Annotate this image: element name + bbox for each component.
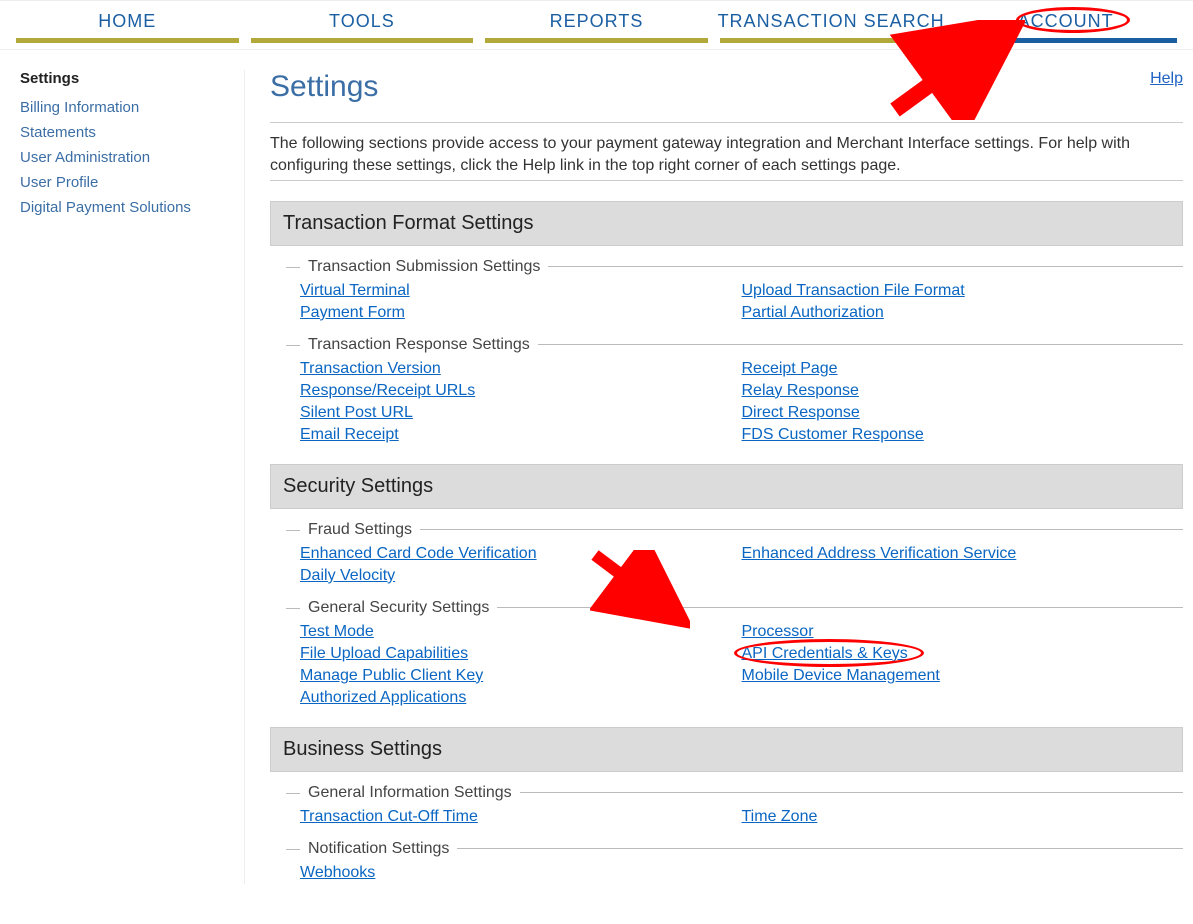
link-columns: Transaction VersionResponse/Receipt URLs… [270,358,1183,446]
link-columns: Transaction Cut-Off Time Time Zone [270,806,1183,828]
group-title: Transaction Submission Settings [270,258,1183,276]
link-col-left: Virtual TerminalPayment Form [300,280,742,324]
group-title: Transaction Response Settings [270,336,1183,354]
group-title-line [457,848,1183,849]
group-title-line [497,607,1183,608]
nav-home[interactable]: HOME [10,1,245,49]
sidebar-item-2[interactable]: User Administration [20,145,224,170]
setting-link[interactable]: Response/Receipt URLs [300,380,475,402]
link-col-left: Webhooks [300,862,742,884]
nav-label: HOME [98,11,156,31]
group-title: Fraud Settings [270,521,1183,539]
setting-link[interactable]: Time Zone [742,806,818,828]
link-col-left: Test ModeFile Upload CapabilitiesManage … [300,621,742,709]
page-title: Settings [270,70,378,104]
page-intro-text: The following sections provide access to… [270,122,1183,181]
setting-link[interactable]: Test Mode [300,621,374,643]
nav-reports[interactable]: REPORTS [479,1,714,49]
setting-link[interactable]: FDS Customer Response [742,424,924,446]
nav-transaction-search[interactable]: TRANSACTION SEARCH [714,1,949,49]
setting-link[interactable]: Silent Post URL [300,402,413,424]
sidebar: Settings Billing InformationStatementsUs… [20,70,245,884]
nav-underline [485,38,708,43]
setting-link[interactable]: Receipt Page [742,358,838,380]
nav-account[interactable]: ACCOUNT [948,1,1183,49]
setting-link[interactable]: Direct Response [742,402,860,424]
link-columns: Virtual TerminalPayment FormUpload Trans… [270,280,1183,324]
group-title-text: Fraud Settings [308,521,412,539]
nav-label: ACCOUNT [1018,11,1114,31]
group-title-line [548,266,1183,267]
setting-link[interactable]: Authorized Applications [300,687,466,709]
setting-link[interactable]: Relay Response [742,380,859,402]
link-col-right: Time Zone [742,806,1184,828]
sidebar-item-4[interactable]: Digital Payment Solutions [20,195,224,220]
sidebar-item-0[interactable]: Billing Information [20,95,224,120]
nav-underline [720,38,943,43]
group-title-text: Transaction Response Settings [308,336,530,354]
setting-link[interactable]: API Credentials & Keys [742,643,908,665]
link-col-left: Enhanced Card Code VerificationDaily Vel… [300,543,742,587]
link-col-left: Transaction VersionResponse/Receipt URLs… [300,358,742,446]
sidebar-item-1[interactable]: Statements [20,120,224,145]
link-col-right: Receipt PageRelay ResponseDirect Respons… [742,358,1184,446]
group-title-text: General Security Settings [308,599,489,617]
link-col-right [742,862,1184,884]
link-col-left: Transaction Cut-Off Time [300,806,742,828]
link-col-right: Enhanced Address Verification Service [742,543,1184,587]
setting-link[interactable]: Upload Transaction File Format [742,280,965,302]
setting-link[interactable]: Transaction Version [300,358,441,380]
setting-link[interactable]: Processor [742,621,814,643]
setting-link[interactable]: Email Receipt [300,424,399,446]
group-title: General Security Settings [270,599,1183,617]
link-col-right: Upload Transaction File FormatPartial Au… [742,280,1184,324]
top-nav: HOME TOOLS REPORTS TRANSACTION SEARCH ACCOUN… [0,0,1193,50]
setting-link[interactable]: Virtual Terminal [300,280,410,302]
nav-underline [16,38,239,43]
nav-label: TRANSACTION SEARCH [718,11,945,31]
sidebar-title: Settings [20,70,224,87]
group-title-line [538,344,1183,345]
sidebar-item-3[interactable]: User Profile [20,170,224,195]
main-content: Settings Help The following sections pro… [245,70,1183,884]
group-title-text: Notification Settings [308,840,449,858]
setting-link[interactable]: Transaction Cut-Off Time [300,806,478,828]
group-title: General Information Settings [270,784,1183,802]
section-header: Transaction Format Settings [270,201,1183,246]
setting-link[interactable]: File Upload Capabilities [300,643,468,665]
setting-link[interactable]: Daily Velocity [300,565,395,587]
setting-link[interactable]: Webhooks [300,862,375,884]
setting-link[interactable]: Mobile Device Management [742,665,940,687]
link-columns: Webhooks [270,862,1183,884]
group-title-text: Transaction Submission Settings [308,258,540,276]
group-title: Notification Settings [270,840,1183,858]
group-title-line [420,529,1183,530]
link-columns: Enhanced Card Code VerificationDaily Vel… [270,543,1183,587]
nav-tools[interactable]: TOOLS [245,1,480,49]
group-title-text: General Information Settings [308,784,512,802]
setting-link[interactable]: Enhanced Address Verification Service [742,543,1017,565]
nav-underline [954,38,1177,43]
nav-label: REPORTS [550,11,644,31]
section-header: Security Settings [270,464,1183,509]
group-title-line [520,792,1183,793]
nav-label: TOOLS [329,11,395,31]
setting-link[interactable]: Partial Authorization [742,302,884,324]
nav-underline [251,38,474,43]
help-link[interactable]: Help [1150,70,1183,88]
link-columns: Test ModeFile Upload CapabilitiesManage … [270,621,1183,709]
setting-link[interactable]: Enhanced Card Code Verification [300,543,537,565]
link-col-right: ProcessorAPI Credentials & KeysMobile De… [742,621,1184,709]
setting-link[interactable]: Payment Form [300,302,405,324]
section-header: Business Settings [270,727,1183,772]
setting-link[interactable]: Manage Public Client Key [300,665,483,687]
